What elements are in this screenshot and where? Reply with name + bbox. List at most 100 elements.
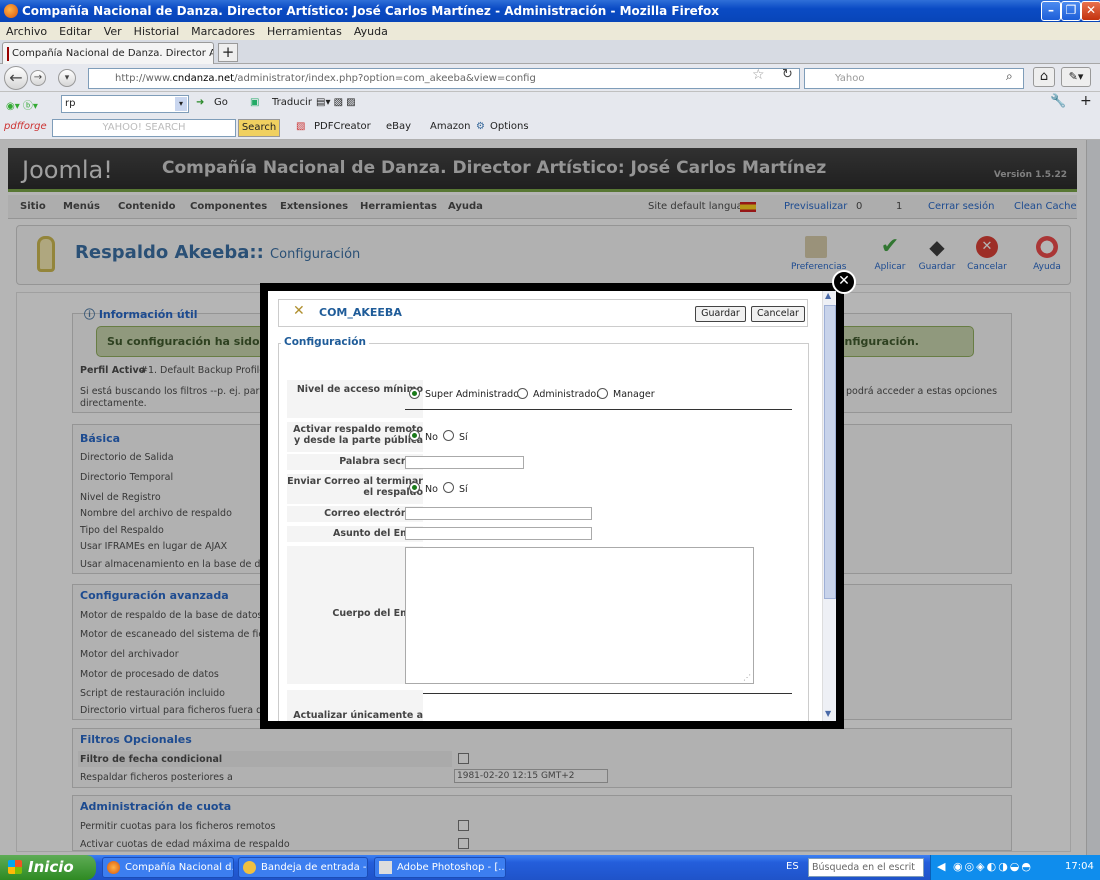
joomla-favicon-icon [7, 46, 9, 61]
options-menu[interactable]: Options [490, 121, 529, 132]
yahoo-search-label: YAHOO! SEARCH [102, 122, 186, 133]
modal-scrollbar[interactable]: ▲ ▼ [822, 291, 836, 721]
modal-header: ✕ COM_AKEEBA Guardar Cancelar [278, 299, 808, 327]
ebay-link[interactable]: eBay [386, 121, 411, 132]
update-only-label: Actualizar únicamente a [287, 690, 423, 721]
yahoo-search-input[interactable]: Yahoo [804, 68, 1024, 89]
fieldset-legend: Configuración [281, 336, 369, 348]
tray-icons[interactable]: ◀ ◉◎◈◐◑◒◓ [937, 860, 1033, 873]
firefox-icon [4, 4, 18, 18]
amazon-link[interactable]: Amazon [430, 121, 470, 132]
reload-icon[interactable]: ↻ [782, 67, 793, 82]
task-mail[interactable]: Bandeja de entrada -... [238, 857, 368, 878]
window-title: Compañía Nacional de Danza. Director Art… [22, 4, 719, 18]
forward-arrow-icon[interactable]: → [30, 70, 46, 86]
toolbar-logo-icon[interactable]: ◉▾ ⓑ▾ [6, 97, 38, 112]
menu-ver[interactable]: Ver [98, 25, 128, 38]
task-photoshop[interactable]: Adobe Photoshop - [... [374, 857, 506, 878]
browser-tab[interactable]: Compañía Nacional de Danza. Director Art… [2, 42, 214, 64]
menu-editar[interactable]: Editar [53, 25, 98, 38]
separator-line [405, 409, 792, 410]
component-name: COM_AKEEBA [319, 306, 402, 319]
search-button[interactable]: Search [238, 119, 280, 137]
add-plus-icon[interactable]: + [1080, 93, 1092, 109]
mail-no-radio[interactable] [409, 482, 420, 493]
remote-yes-radio[interactable] [443, 430, 454, 441]
search-placeholder: Yahoo [835, 73, 865, 84]
access-super-admin-label: Super Administrador [425, 389, 523, 400]
access-admin-radio[interactable] [517, 388, 528, 399]
home-icon[interactable]: ⌂ [1033, 67, 1055, 87]
tab-label: Compañía Nacional de Danza. Director Art… [12, 48, 213, 59]
new-tab-button[interactable]: + [218, 43, 238, 62]
update-only-label-text: Actualizar únicamente a [293, 710, 423, 721]
start-label: Inicio [28, 858, 74, 876]
modal-save-button[interactable]: Guardar [695, 306, 746, 322]
yahoo-search-input[interactable]: YAHOO! SEARCH [52, 119, 236, 137]
mail-yes-label: Sí [459, 484, 468, 495]
secret-word-input[interactable] [405, 456, 524, 469]
access-level-label: Nivel de acceso mínimo [287, 380, 423, 418]
url-domain: cndanza.net [172, 73, 235, 84]
language-indicator[interactable]: ES [786, 861, 799, 872]
modal-close-icon[interactable]: ✕ [832, 270, 856, 294]
remote-backup-label-text: Activar respaldo remoto y desde la parte… [293, 424, 423, 446]
url-input[interactable]: http://www.cndanza.net/administrator/ind… [88, 68, 800, 89]
pdfforge-logo[interactable]: pdfforge [4, 121, 47, 132]
bookmark-star-icon[interactable]: ☆ [752, 67, 765, 83]
task-mail-label: Bandeja de entrada -... [261, 862, 368, 873]
maximize-button[interactable]: ❐ [1061, 1, 1081, 21]
mail-no-label: No [425, 484, 438, 495]
menu-herramientas[interactable]: Herramientas [261, 25, 348, 38]
history-dropdown-icon[interactable]: ▾ [58, 69, 76, 87]
pdfcreator-link[interactable]: PDFCreator [314, 121, 371, 132]
windows-logo-icon [8, 860, 22, 874]
translate-button[interactable]: Traducir [272, 97, 312, 108]
remote-no-radio[interactable] [409, 430, 420, 441]
send-mail-label: Enviar Correo al terminar el respaldo [287, 474, 423, 504]
start-button[interactable]: Inicio [0, 855, 96, 880]
menu-archivo[interactable]: Archivo [0, 25, 53, 38]
toolbar-search-field[interactable]: rp ▾ [61, 95, 189, 113]
resize-grip-icon[interactable]: ⋰ [743, 673, 751, 682]
translate-icon: ▣ [250, 97, 260, 108]
remote-yes-label: Sí [459, 432, 468, 443]
task-firefox[interactable]: Compañía Nacional d... [102, 857, 234, 878]
secret-word-label: Palabra secreta [287, 454, 423, 470]
email-input[interactable] [405, 507, 592, 520]
mail-yes-radio[interactable] [443, 482, 454, 493]
options-gear-icon: ⚙ [476, 121, 485, 132]
back-arrow-icon[interactable]: ← [4, 66, 28, 90]
taskbar: Inicio Compañía Nacional d... Bandeja de… [0, 855, 1100, 880]
go-button[interactable]: Go [214, 97, 228, 108]
access-manager-radio[interactable] [597, 388, 608, 399]
menu-historial[interactable]: Historial [128, 25, 185, 38]
navigation-bar: ← → ▾ http://www.cndanza.net/administrat… [0, 64, 1100, 92]
modal-cancel-button[interactable]: Cancelar [751, 306, 805, 322]
window-title-bar: Compañía Nacional de Danza. Director Art… [0, 0, 1100, 22]
url-path: /administrator/index.php?option=com_akee… [234, 73, 536, 84]
tab-bar: Compañía Nacional de Danza. Director Art… [0, 40, 1100, 64]
addon-icon[interactable]: ✎▾ [1061, 67, 1091, 87]
email-body-label: Cuerpo del Email [287, 546, 423, 684]
config-fieldset: Configuración Nivel de acceso mínimo Sup… [278, 336, 809, 721]
toolbar-extra-icons[interactable]: ▤▾ ▧ ▨ [316, 97, 356, 108]
clock: 17:04 [1065, 861, 1094, 872]
email-subject-input[interactable] [405, 527, 592, 540]
scroll-up-icon[interactable]: ▲ [825, 291, 831, 300]
access-super-admin-radio[interactable] [409, 388, 420, 399]
desktop-search-input[interactable]: Búsqueda en el escrit [808, 858, 924, 877]
search-magnifier-icon[interactable]: ⌕ [1006, 69, 1013, 84]
task-photoshop-label: Adobe Photoshop - [... [397, 862, 506, 873]
menu-ayuda[interactable]: Ayuda [348, 25, 394, 38]
menu-marcadores[interactable]: Marcadores [185, 25, 261, 38]
scroll-thumb[interactable] [824, 305, 836, 599]
email-body-textarea[interactable]: ⋰ [405, 547, 754, 684]
scroll-down-icon[interactable]: ▼ [825, 709, 831, 718]
mail-task-icon [243, 861, 256, 874]
toolbar-3: pdfforge YAHOO! SEARCH Search ▧ PDFCreat… [0, 116, 1100, 140]
close-window-button[interactable]: ✕ [1081, 1, 1100, 21]
task-firefox-label: Compañía Nacional d... [125, 862, 234, 873]
minimize-button[interactable]: – [1041, 1, 1061, 21]
wrench-icon[interactable]: 🔧 [1050, 94, 1066, 109]
